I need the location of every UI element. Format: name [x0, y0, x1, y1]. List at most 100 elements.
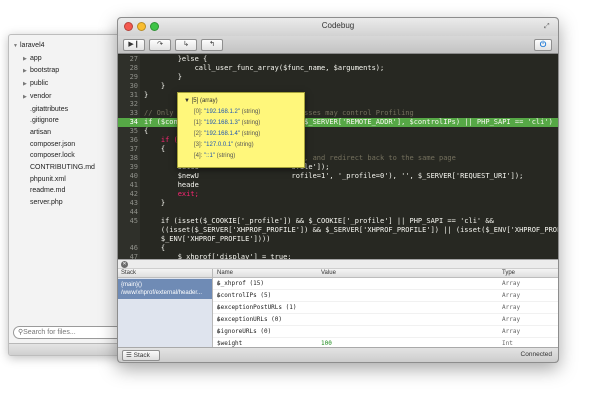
disclosure-closed-icon[interactable]: ▶: [217, 278, 220, 290]
disclosure-closed-icon[interactable]: ▶: [23, 79, 30, 91]
line-number[interactable]: 39: [118, 163, 138, 172]
status-bar: ☰ Stack Connected: [118, 347, 558, 362]
variable-row[interactable]: ▶ $controlIPs (5) Array: [213, 290, 558, 302]
code-text: }: [144, 91, 149, 99]
code-line[interactable]: 42 exit;: [118, 190, 558, 199]
line-number[interactable]: 38: [118, 154, 138, 163]
variable-name: ▶ $_xhprof (15): [217, 278, 264, 290]
code-line[interactable]: 43 }: [118, 199, 558, 208]
line-number[interactable]: 42: [118, 190, 138, 199]
code-text: $newU rofile=1', '_profile=0'), '', $_SE…: [144, 172, 524, 180]
step-over-button[interactable]: ↷: [149, 39, 171, 51]
fullscreen-icon[interactable]: ⤢: [544, 22, 553, 31]
run-button[interactable]: ▶❙: [123, 39, 145, 51]
file-search-placeholder: Search for files...: [23, 329, 76, 336]
code-text: {: [144, 145, 166, 153]
file-tree: ▼ laravel4 ▶ app ▶ bootstrap ▶ public ▶ vendo…: [9, 35, 127, 209]
code-line[interactable]: $_ENV['XHPROF_PROFILE']))): [118, 235, 558, 244]
stack-toggle-button[interactable]: ☰ Stack: [122, 350, 160, 361]
code-line[interactable]: 28 call_user_func_array($func_name, $arg…: [118, 64, 558, 73]
code-line[interactable]: 27 }else {: [118, 55, 558, 64]
file-tree-item-label: artisan: [30, 128, 52, 136]
code-line[interactable]: 29 }: [118, 73, 558, 82]
disclosure-closed-icon[interactable]: ▶: [23, 92, 30, 104]
code-line[interactable]: ((isset($_SERVER['XHPROF_PROFILE']) && $…: [118, 226, 558, 235]
line-number[interactable]: 29: [118, 73, 138, 82]
file-tree-item[interactable]: .gitignore: [9, 115, 127, 127]
file-tree-root-label: laravel4: [20, 42, 45, 49]
file-tree-item-label: phpunit.xml: [30, 175, 66, 183]
file-tree-item[interactable]: .gitattributes: [9, 104, 127, 116]
disclosure-open-icon[interactable]: ▼: [13, 41, 20, 53]
variable-row[interactable]: ▶ $exceptionPostURLs (1) Array: [213, 302, 558, 314]
file-tree-item[interactable]: ▶ vendor: [9, 91, 127, 104]
code-line[interactable]: 40 $newU rofile=1', '_profile=0'), '', $…: [118, 172, 558, 181]
code-text: exit;: [144, 190, 199, 198]
file-tree-item[interactable]: server.php: [9, 197, 127, 209]
debug-panel: ✕ Stack {main}() /www/xhprof/external/he…: [118, 259, 558, 350]
line-number[interactable]: 41: [118, 181, 138, 190]
file-tree-item-label: vendor: [30, 92, 52, 100]
step-into-icon: ↳: [183, 41, 189, 48]
line-number[interactable]: 32: [118, 100, 138, 109]
variable-inspector-tooltip: ▼ [5] (array) [0]: "192.168.1.2" (string…: [177, 92, 305, 168]
column-name[interactable]: Name: [217, 269, 233, 278]
column-value[interactable]: Value: [321, 269, 336, 278]
disclosure-closed-icon[interactable]: ▶: [217, 290, 220, 302]
tooltip-header[interactable]: ▼ [5] (array): [184, 96, 304, 107]
code-line[interactable]: 41 heade: [118, 181, 558, 190]
variable-type: Array: [502, 328, 521, 335]
disclosure-closed-icon[interactable]: ▶: [23, 54, 30, 66]
code-line[interactable]: 45 if (isset($_COOKIE['_profile']) && $_…: [118, 217, 558, 226]
close-panel-icon[interactable]: ✕: [121, 261, 128, 268]
variable-row[interactable]: ▶ $ignoreURLs (0) Array: [213, 326, 558, 338]
line-number[interactable]: 28: [118, 64, 138, 73]
file-tree-item[interactable]: ▶ public: [9, 78, 127, 91]
line-number[interactable]: 27: [118, 55, 138, 64]
code-text: heade: [144, 181, 199, 189]
file-tree-item[interactable]: composer.json: [9, 139, 127, 151]
step-out-button[interactable]: ↰: [201, 39, 223, 51]
file-tree-item[interactable]: CONTRIBUTING.md: [9, 162, 127, 174]
variable-row[interactable]: ▶ $_xhprof (15) Array: [213, 278, 558, 290]
line-number[interactable]: 46: [118, 244, 138, 253]
tooltip-header-label: [5] (array): [191, 98, 218, 104]
line-number[interactable]: 34: [118, 118, 138, 127]
code-text: ((isset($_SERVER['XHPROF_PROFILE']) && $…: [144, 226, 558, 234]
file-tree-item[interactable]: ▶ bootstrap: [9, 65, 127, 78]
window-title: Codebug: [321, 21, 355, 30]
variable-row[interactable]: ▶ $exceptionURLs (0) Array: [213, 314, 558, 326]
stack-frame[interactable]: {main}() /www/xhprof/external/header...: [118, 279, 212, 299]
step-into-button[interactable]: ↳: [175, 39, 197, 51]
file-tree-root[interactable]: ▼ laravel4: [9, 40, 127, 53]
disclosure-closed-icon[interactable]: ▶: [217, 326, 220, 338]
disclosure-closed-icon[interactable]: ▶: [23, 66, 30, 78]
line-number[interactable]: 35: [118, 127, 138, 136]
menu-icon: ☰: [126, 352, 132, 359]
file-search-input[interactable]: ⚲Search for files...: [13, 326, 123, 339]
column-type[interactable]: Type: [502, 269, 515, 278]
connection-status: Connected: [520, 351, 552, 358]
code-line[interactable]: 30 }: [118, 82, 558, 91]
line-number[interactable]: 44: [118, 208, 138, 217]
disclosure-open-icon[interactable]: ▼: [184, 98, 190, 104]
file-tree-item[interactable]: artisan: [9, 127, 127, 139]
disclosure-closed-icon[interactable]: ▶: [217, 314, 220, 326]
file-tree-item[interactable]: readme.md: [9, 185, 127, 197]
line-number[interactable]: 31: [118, 91, 138, 100]
file-tree-item-label: server.php: [30, 199, 63, 207]
file-tree-item[interactable]: ▶ app: [9, 53, 127, 66]
line-number[interactable]: 43: [118, 199, 138, 208]
file-tree-item[interactable]: composer.lock: [9, 150, 127, 162]
line-number[interactable]: 37: [118, 145, 138, 154]
file-tree-item[interactable]: phpunit.xml: [9, 174, 127, 186]
code-line[interactable]: 44: [118, 208, 558, 217]
line-number[interactable]: 45: [118, 217, 138, 226]
disclosure-closed-icon[interactable]: ▶: [217, 302, 220, 314]
disconnect-button[interactable]: ⏻: [534, 39, 552, 51]
line-number[interactable]: 30: [118, 82, 138, 91]
line-number[interactable]: 33: [118, 109, 138, 118]
code-line[interactable]: 46 {: [118, 244, 558, 253]
line-number[interactable]: 40: [118, 172, 138, 181]
line-number[interactable]: 36: [118, 136, 138, 145]
